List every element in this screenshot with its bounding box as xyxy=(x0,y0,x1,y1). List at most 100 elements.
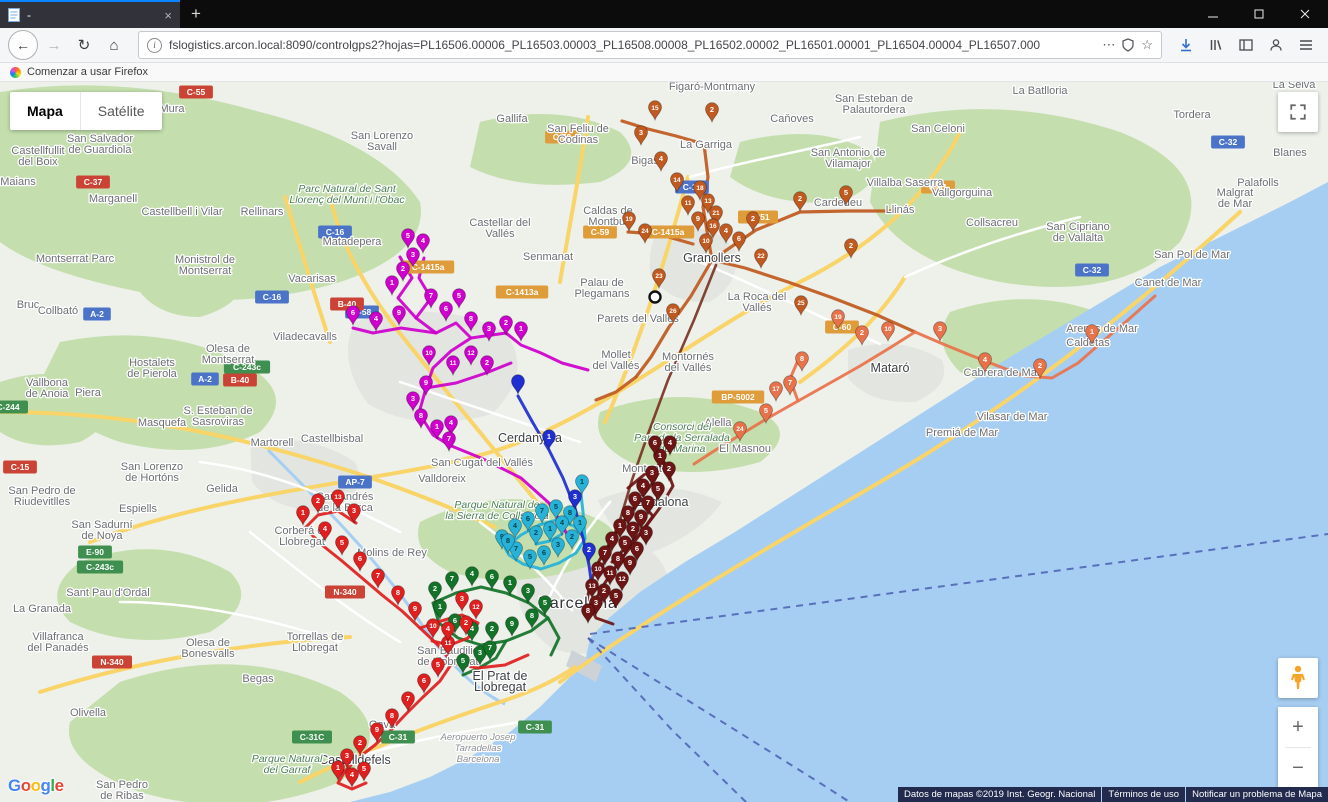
svg-text:A-2: A-2 xyxy=(198,374,212,384)
svg-text:1: 1 xyxy=(438,602,442,611)
svg-text:11: 11 xyxy=(607,570,614,577)
site-info-icon[interactable]: i xyxy=(147,38,162,53)
map-type-map-button[interactable]: Mapa xyxy=(10,92,80,130)
svg-text:C-243c: C-243c xyxy=(86,562,114,572)
map-label: Palau dePlegamans xyxy=(574,277,630,300)
zoom-out-button[interactable]: − xyxy=(1278,748,1318,788)
map-label: La Batlloria xyxy=(1012,85,1068,97)
map-type-satellite-button[interactable]: Satélite xyxy=(80,92,162,130)
svg-text:7: 7 xyxy=(646,498,650,507)
svg-text:10: 10 xyxy=(702,238,710,245)
bookmark-label: Comenzar a usar Firefox xyxy=(27,66,148,78)
poi-ring[interactable] xyxy=(650,292,661,303)
map-label: Caldetas xyxy=(1066,337,1110,349)
svg-text:1: 1 xyxy=(580,477,584,486)
svg-text:19: 19 xyxy=(834,314,842,321)
map-label: Malgratde Mar xyxy=(1217,187,1254,210)
bookmark-star-icon[interactable]: ☆ xyxy=(1141,37,1153,53)
page-actions-icon[interactable]: ⋯ xyxy=(1102,37,1115,53)
svg-text:13: 13 xyxy=(704,198,712,205)
sidebar-icon[interactable] xyxy=(1232,31,1260,59)
svg-text:9: 9 xyxy=(424,378,428,387)
new-tab-button[interactable]: + xyxy=(180,0,212,28)
firefox-bookmark-icon xyxy=(10,67,21,78)
svg-text:2: 2 xyxy=(570,532,574,541)
svg-text:23: 23 xyxy=(655,273,663,280)
map-area[interactable]: C-55C-37C-16C-16C-58B-40B-40A-2A-2C-243c… xyxy=(0,82,1328,802)
map-label: San Cugat del Vallés xyxy=(431,457,533,469)
map-label: Premiá de Mar xyxy=(926,427,998,439)
map-label: La Garriga xyxy=(680,139,733,151)
google-logo-letter: o xyxy=(21,776,31,795)
svg-text:25: 25 xyxy=(797,300,805,307)
map-label: Cardedeu xyxy=(814,197,862,209)
menu-icon[interactable] xyxy=(1292,31,1320,59)
pegman-button[interactable] xyxy=(1278,658,1318,698)
back-button[interactable]: ← xyxy=(8,30,38,60)
account-icon[interactable] xyxy=(1262,31,1290,59)
map-label: Valldoreix xyxy=(418,473,466,485)
map-label: Olivella xyxy=(70,707,107,719)
svg-text:24: 24 xyxy=(736,426,744,433)
svg-text:2: 2 xyxy=(751,214,755,223)
map-label: Castellbell i Vilar xyxy=(141,206,222,218)
map-label: San Lorenzode Hortóns xyxy=(121,461,183,484)
map-label: Arenys de Mar xyxy=(1066,323,1138,335)
svg-text:C-59: C-59 xyxy=(591,227,610,237)
svg-text:7: 7 xyxy=(450,574,454,583)
svg-text:1: 1 xyxy=(508,578,512,587)
map-canvas[interactable]: C-55C-37C-16C-16C-58B-40B-40A-2A-2C-243c… xyxy=(0,82,1328,802)
map-label: Tordera xyxy=(1173,109,1211,121)
window-minimize-button[interactable] xyxy=(1190,0,1236,28)
map-label: Caňoves xyxy=(770,113,814,125)
svg-text:C-31: C-31 xyxy=(526,722,545,732)
map-label: Hostaletsde Pierola xyxy=(127,357,177,380)
svg-text:2: 2 xyxy=(490,624,494,633)
svg-text:2: 2 xyxy=(433,584,437,593)
url-bar[interactable]: i fslogistics.arcon.local:8090/controlgp… xyxy=(138,31,1162,59)
window-close-button[interactable] xyxy=(1282,0,1328,28)
zoom-in-button[interactable]: + xyxy=(1278,707,1318,747)
bookmarks-toolbar: Comenzar a usar Firefox xyxy=(0,63,1328,82)
svg-text:8: 8 xyxy=(586,606,590,615)
svg-text:BP-5002: BP-5002 xyxy=(721,392,755,402)
bookmark-item[interactable]: Comenzar a usar Firefox xyxy=(10,66,148,78)
map-label: El Prat deLlobregat xyxy=(473,669,528,694)
url-text[interactable]: fslogistics.arcon.local:8090/controlgps2… xyxy=(169,38,1095,52)
road-badge: C-31C xyxy=(292,731,332,744)
svg-text:1: 1 xyxy=(390,278,394,287)
home-button[interactable]: ⌂ xyxy=(100,31,128,59)
svg-text:2: 2 xyxy=(464,618,468,627)
svg-text:1: 1 xyxy=(519,324,523,333)
svg-text:C-1413a: C-1413a xyxy=(506,287,539,297)
svg-text:8: 8 xyxy=(626,508,630,517)
svg-text:2: 2 xyxy=(358,738,362,747)
tracking-shield-icon[interactable] xyxy=(1122,38,1134,52)
tab-close-icon[interactable]: × xyxy=(164,8,172,23)
library-icon[interactable] xyxy=(1202,31,1230,59)
svg-text:7: 7 xyxy=(488,643,492,652)
window-restore-button[interactable] xyxy=(1236,0,1282,28)
road-badge: C-15 xyxy=(3,461,37,474)
map-label: Vilasar de Mar xyxy=(977,411,1048,423)
google-logo[interactable]: Google xyxy=(8,776,64,796)
road-badge: C-31 xyxy=(518,721,552,734)
map-label: Parets del Vallés xyxy=(597,313,679,325)
map-label: Collsacreu xyxy=(966,217,1018,229)
window-controls xyxy=(1190,0,1328,28)
forward-button[interactable]: → xyxy=(40,31,68,59)
svg-text:10: 10 xyxy=(884,326,892,333)
map-label: Figaró-Montmany xyxy=(669,82,756,93)
svg-text:1: 1 xyxy=(435,422,439,431)
map-label: San Ciprianode Vallalta xyxy=(1046,221,1110,244)
svg-text:13: 13 xyxy=(588,583,596,590)
svg-text:3: 3 xyxy=(352,506,356,515)
svg-text:5: 5 xyxy=(656,484,660,493)
road-badge: C-37 xyxy=(76,176,110,189)
svg-text:C-32: C-32 xyxy=(1219,137,1238,147)
downloads-icon[interactable] xyxy=(1172,31,1200,59)
browser-tab[interactable]: - × xyxy=(0,0,180,28)
reload-button[interactable]: ↻ xyxy=(70,31,98,59)
fullscreen-button[interactable] xyxy=(1278,92,1318,132)
map-label: La Selva xyxy=(1273,82,1317,91)
